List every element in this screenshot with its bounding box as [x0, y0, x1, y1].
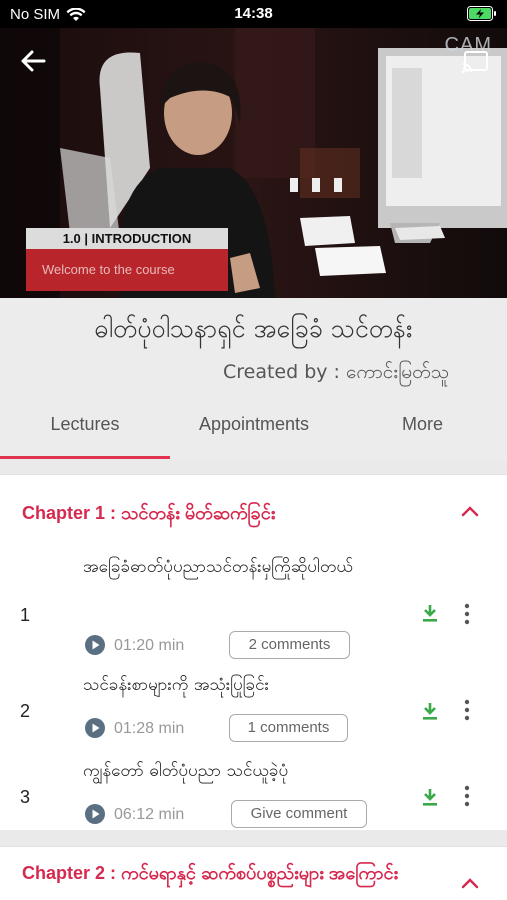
lecture-row[interactable]: 2 သင်ခန်းစာများကို အသုံးပြုခြင်း 01:28 m… [0, 667, 507, 747]
chapter-title[interactable]: Chapter 2 : ကင်မရာနှင့် ဆက်စပ်ပစ္စည်းမျာ… [22, 859, 432, 887]
chevron-up-icon[interactable] [461, 877, 479, 889]
lecture-duration: 06:12 min [114, 806, 185, 823]
lecture-title[interactable]: သင်ခန်းစာများကို အသုံးပြုခြင်း [83, 671, 393, 699]
more-vertical-icon[interactable] [463, 785, 471, 807]
more-vertical-icon[interactable] [463, 699, 471, 721]
comments-button[interactable]: 1 comments [229, 714, 348, 742]
comments-button[interactable]: 2 comments [229, 631, 350, 659]
more-vertical-icon[interactable] [463, 603, 471, 625]
lower-third-subtitle: Welcome to the course [26, 249, 228, 291]
battery-charging-icon [467, 6, 496, 21]
chapter-title[interactable]: Chapter 1 : သင်တန်း မိတ်ဆက်ခြင်း [22, 501, 275, 528]
download-icon[interactable] [421, 603, 439, 623]
lecture-number: 3 [20, 787, 31, 807]
give-comment-button[interactable]: Give comment [231, 800, 367, 828]
chapter-card: Chapter 2 : ကင်မရာနှင့် ဆက်စပ်ပစ္စည်းမျာ… [0, 846, 507, 900]
lecture-title[interactable]: အခြေခံဓာတ်ပုံပညာသင်တန်းမှကြိုဆိုပါတယ် [83, 553, 393, 581]
lecture-title[interactable]: ကျွန်တော် ဓါတ်ပုံပညာ သင်ယူခဲ့ပုံ [83, 757, 393, 785]
lecture-list: Chapter 1 : သင်တန်း မိတ်ဆက်ခြင်း 1 အခြေခ… [0, 460, 507, 900]
back-arrow-icon[interactable] [18, 46, 48, 76]
lecture-row[interactable]: 1 အခြေခံဓာတ်ပုံပညာသင်တန်းမှကြိုဆိုပါတယ် … [0, 541, 507, 661]
lecture-duration: 01:20 min [114, 637, 185, 654]
lower-third-tag: 1.0 | INTRODUCTION [26, 228, 228, 249]
status-bar: No SIM 14:38 [0, 0, 507, 28]
chevron-up-icon[interactable] [461, 505, 479, 517]
video-player[interactable]: CAM 1.0 | INTRODUCTION Welcome to the co… [0, 28, 507, 298]
tab-appointments[interactable]: Appointments [170, 414, 338, 435]
lecture-row[interactable]: 3 ကျွန်တော် ဓါတ်ပုံပညာ သင်ယူခဲ့ပုံ 06:12… [0, 753, 507, 831]
lecture-number: 1 [20, 605, 31, 625]
tab-more[interactable]: More [370, 414, 475, 435]
download-icon[interactable] [421, 701, 439, 721]
course-author: Created by : ကောင်းမြတ်သူ [222, 361, 449, 383]
course-title: ဓါတ်ပုံဝါသနာရှင် အခြေခံ သင်တန်း [94, 314, 413, 343]
lecture-duration: 01:28 min [114, 720, 185, 737]
play-icon[interactable] [84, 634, 106, 656]
course-header: ဓါတ်ပုံဝါသနာရှင် အခြေခံ သင်တန်း Created … [0, 298, 507, 400]
play-icon[interactable] [84, 803, 106, 825]
chapter-card: Chapter 1 : သင်တန်း မိတ်ဆက်ခြင်း 1 အခြေခ… [0, 474, 507, 830]
active-tab-indicator [0, 456, 170, 459]
cast-icon[interactable] [461, 50, 489, 74]
play-icon[interactable] [84, 717, 106, 739]
status-time: 14:38 [234, 5, 273, 22]
tab-lectures[interactable]: Lectures [0, 414, 170, 435]
tab-bar: Lectures Appointments More [0, 400, 507, 460]
lower-third-caption: 1.0 | INTRODUCTION Welcome to the course [26, 228, 228, 291]
download-icon[interactable] [421, 787, 439, 807]
lecture-number: 2 [20, 701, 31, 721]
